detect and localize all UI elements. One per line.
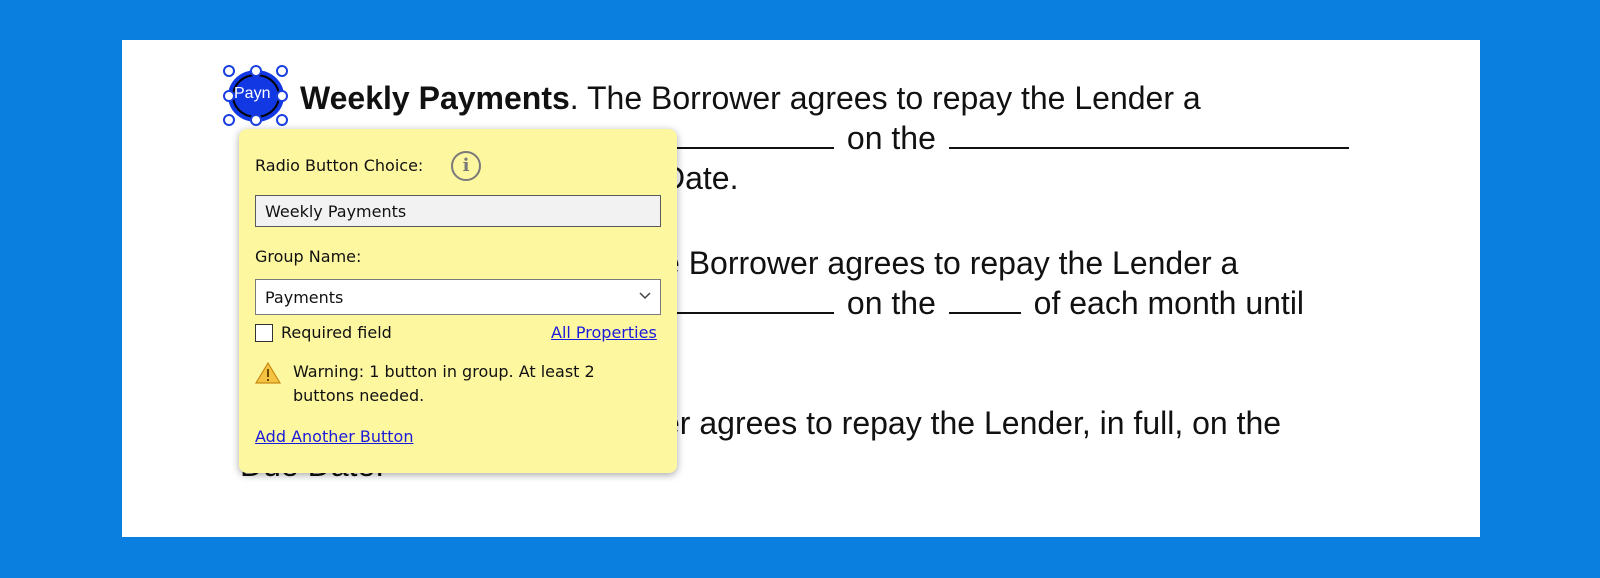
required-checkbox[interactable] — [255, 324, 273, 342]
para2-line1: e Borrower agrees to repay the Lender a — [662, 245, 1239, 281]
warning-icon — [254, 361, 282, 385]
resize-handle-bottom[interactable] — [250, 114, 262, 126]
radio-properties-popup: Radio Button Choice: i Weekly Payments G… — [239, 129, 677, 473]
resize-handle-top-right[interactable] — [276, 65, 288, 77]
blank-amount — [666, 119, 834, 149]
info-icon[interactable]: i — [451, 151, 481, 181]
resize-handle-left[interactable] — [223, 90, 235, 102]
resize-handle-right[interactable] — [276, 90, 288, 102]
resize-handle-top-left[interactable] — [223, 65, 235, 77]
para1-heading: Weekly Payments — [300, 80, 570, 116]
add-another-button-link[interactable]: Add Another Button — [255, 427, 413, 446]
group-label: Group Name: — [255, 247, 362, 266]
all-properties-link[interactable]: All Properties — [551, 323, 657, 342]
resize-handle-top[interactable] — [250, 65, 262, 77]
para3-line1: er agrees to repay the Lender, in full, … — [662, 405, 1282, 441]
choice-label: Radio Button Choice: — [255, 156, 424, 175]
blank-amount-2 — [666, 284, 834, 314]
para1-line1: Weekly Payments. The Borrower agrees to … — [300, 80, 1201, 116]
required-label: Required field — [281, 323, 392, 342]
radio-field-label: Payn — [234, 85, 271, 102]
resize-handle-bottom-right[interactable] — [276, 114, 288, 126]
warning-text: Warning: 1 button in group. At least 2 b… — [293, 362, 595, 405]
para2-line2: on the of each month until — [662, 283, 1304, 323]
resize-handle-bottom-left[interactable] — [223, 114, 235, 126]
para1-line2: on the — [662, 118, 1353, 158]
blank-day-2 — [948, 284, 1021, 314]
group-name-select[interactable]: Payments — [255, 279, 661, 315]
choice-input[interactable]: Weekly Payments — [255, 195, 661, 227]
radio-button-field[interactable]: Payn — [223, 65, 288, 126]
chevron-down-icon[interactable] — [638, 288, 652, 302]
blank-day — [948, 119, 1349, 149]
